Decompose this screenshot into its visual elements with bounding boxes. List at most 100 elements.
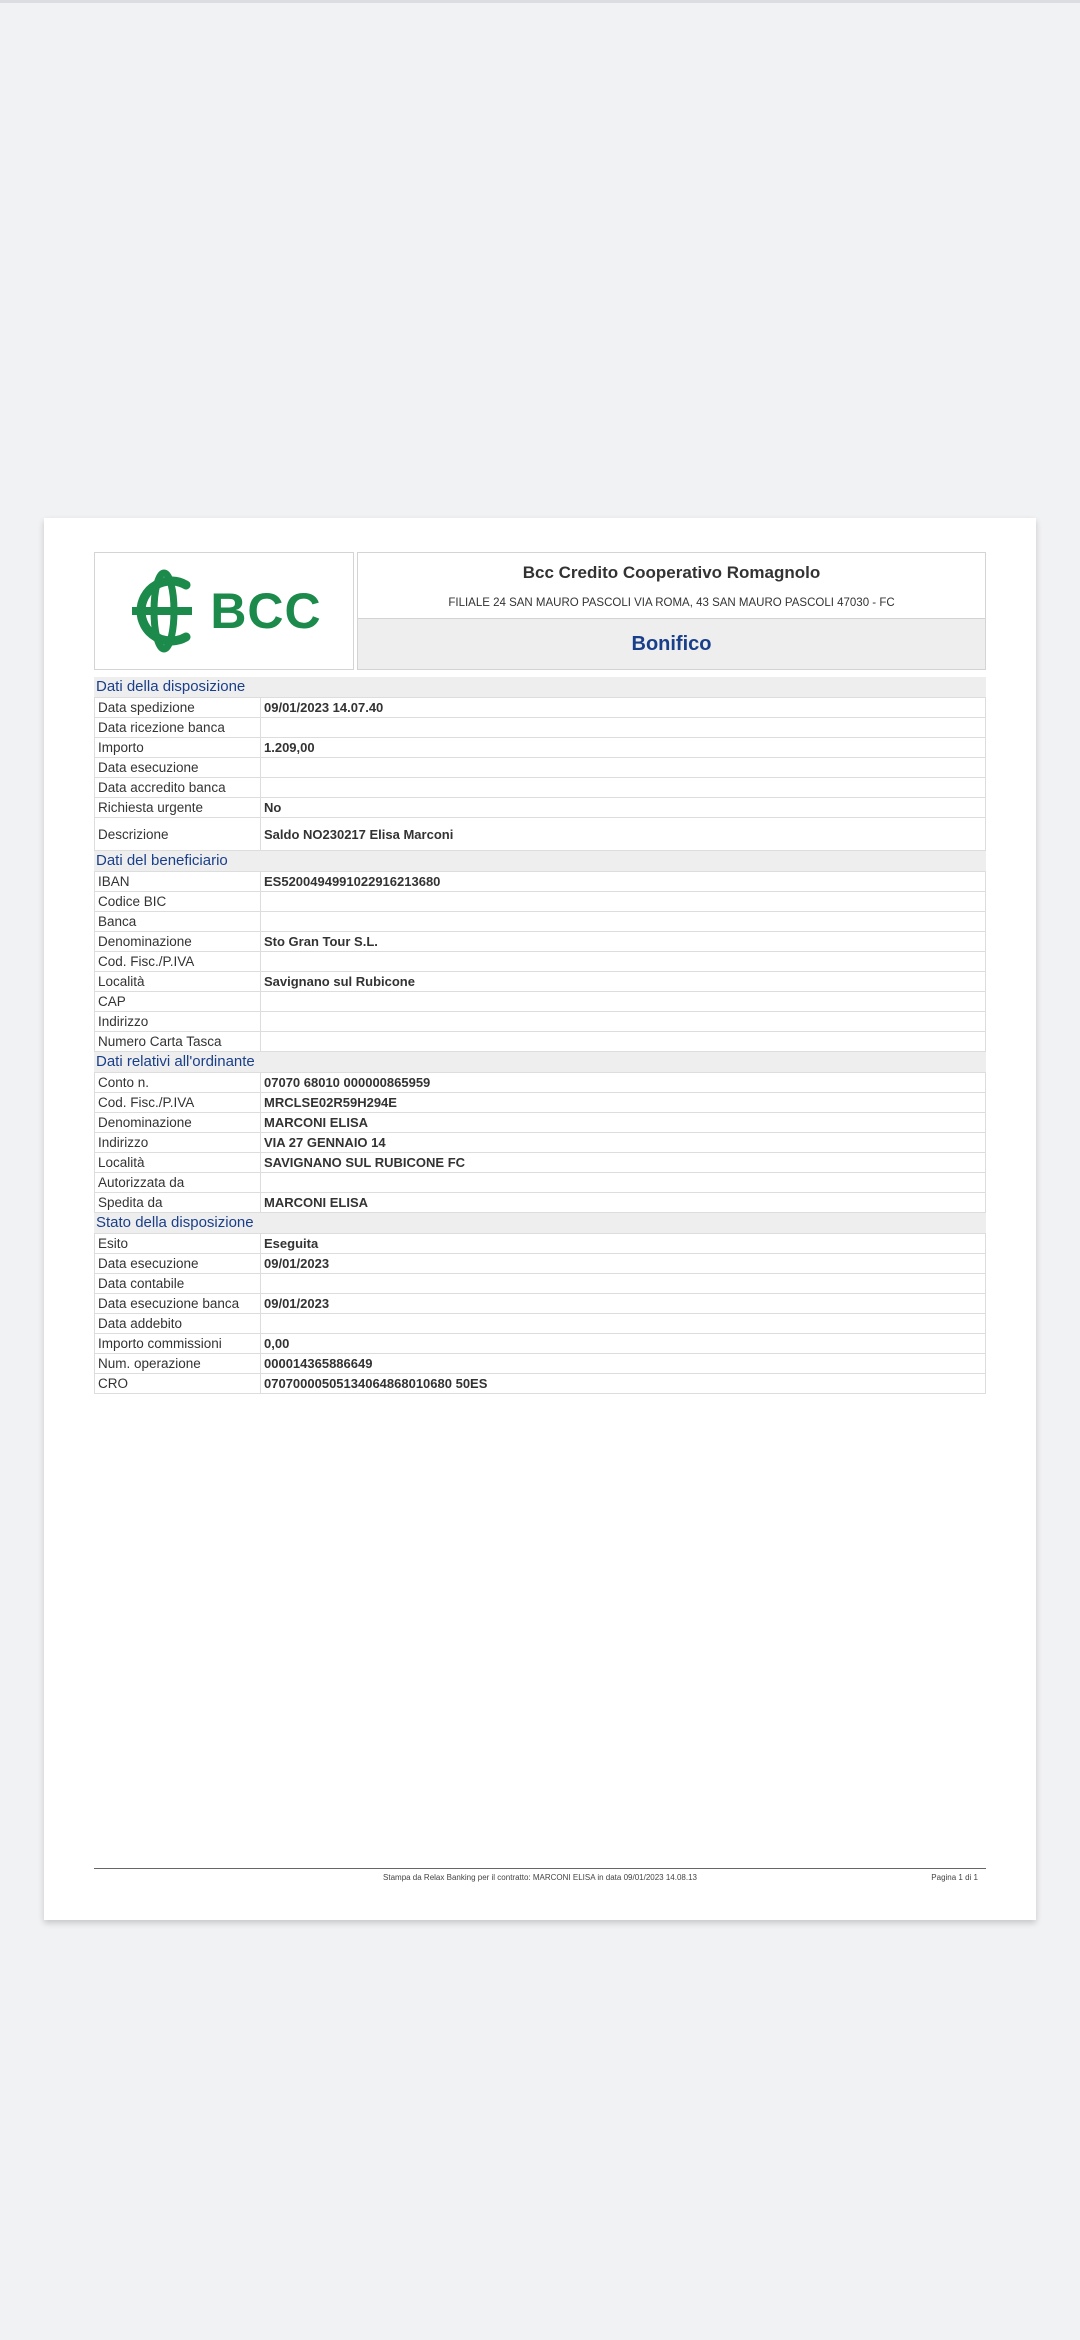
table-row: Banca [94, 912, 986, 932]
field-label: Descrizione [95, 818, 261, 850]
table-row: Codice BIC [94, 892, 986, 912]
field-value: Savignano sul Rubicone [264, 974, 415, 989]
field-value [261, 892, 985, 911]
table-row: Denominazione MARCONI ELISA [94, 1113, 986, 1133]
field-value: 000014365886649 [264, 1356, 373, 1371]
field-label: Cod. Fisc./P.IVA [95, 952, 261, 971]
table-row: Data spedizione 09/01/2023 14.07.40 [94, 697, 986, 718]
field-label: Data spedizione [95, 698, 261, 717]
table-row: CRO 07070000505134064868010680 50ES [94, 1374, 986, 1394]
table-row: Data ricezione banca [94, 718, 986, 738]
field-value: MARCONI ELISA [264, 1195, 368, 1210]
sections-container: Dati della disposizione Data spedizione 09… [94, 677, 986, 1394]
field-label: Data esecuzione [95, 758, 261, 777]
field-value: 09/01/2023 [264, 1256, 330, 1271]
field-value [261, 992, 985, 1011]
field-label: Denominazione [95, 1113, 261, 1132]
bank-name: Bcc Credito Cooperativo Romagnolo [522, 562, 821, 582]
logo-box: BCC [94, 552, 354, 670]
table-row: Data esecuzione banca 09/01/2023 [94, 1294, 986, 1314]
field-value [261, 1314, 985, 1333]
field-value [261, 952, 985, 971]
field-value: VIA 27 GENNAIO 14 [264, 1135, 386, 1150]
field-label: Località [95, 972, 261, 991]
field-value: 07070000505134064868010680 50ES [264, 1376, 488, 1391]
field-label: Numero Carta Tasca [95, 1032, 261, 1051]
field-label: IBAN [95, 872, 261, 891]
table-row: Num. operazione 000014365886649 [94, 1354, 986, 1374]
field-label: Banca [95, 912, 261, 931]
page-footer: Stampa da Relax Banking per il contratto… [94, 1868, 986, 1882]
table-row: Località Savignano sul Rubicone [94, 972, 986, 992]
field-label: Esito [95, 1234, 261, 1253]
field-label: Indirizzo [95, 1133, 261, 1152]
bcc-logo: BCC [126, 569, 321, 653]
field-value [261, 718, 985, 737]
field-value: Sto Gran Tour S.L. [264, 934, 378, 949]
table-row: Cod. Fisc./P.IVA [94, 952, 986, 972]
field-value [261, 912, 985, 931]
section-title: Dati della disposizione [94, 677, 986, 697]
field-label: Indirizzo [95, 1012, 261, 1031]
field-label: Cod. Fisc./P.IVA [95, 1093, 261, 1112]
logo-text: BCC [210, 583, 322, 639]
table-row: Data addebito [94, 1314, 986, 1334]
table-row: Località SAVIGNANO SUL RUBICONE FC [94, 1153, 986, 1173]
section-title: Dati del beneficiario [94, 851, 986, 871]
field-label: Num. operazione [95, 1354, 261, 1373]
field-value: MRCLSE02R59H294E [264, 1095, 397, 1110]
field-value: MARCONI ELISA [264, 1115, 368, 1130]
section-title: Stato della disposizione [94, 1213, 986, 1233]
field-value [261, 778, 985, 797]
document-type: Bonifico [631, 632, 712, 655]
table-row: Cod. Fisc./P.IVA MRCLSE02R59H294E [94, 1093, 986, 1113]
table-row: Denominazione Sto Gran Tour S.L. [94, 932, 986, 952]
footer-page-number: Pagina 1 di 1 [931, 1873, 978, 1882]
field-label: Spedita da [95, 1193, 261, 1212]
field-label: Data accredito banca [95, 778, 261, 797]
field-label: CAP [95, 992, 261, 1011]
field-label: Importo [95, 738, 261, 757]
bcc-logo-icon [132, 569, 193, 653]
table-row: IBAN ES5200494991022916213680 [94, 871, 986, 892]
table-row: Data accredito banca [94, 778, 986, 798]
field-label: Data ricezione banca [95, 718, 261, 737]
field-value: ES5200494991022916213680 [264, 874, 441, 889]
field-label: Conto n. [95, 1073, 261, 1092]
section-title: Dati relativi all'ordinante [94, 1052, 986, 1072]
table-row: Indirizzo [94, 1012, 986, 1032]
field-value [261, 1173, 985, 1192]
field-value [261, 1032, 985, 1051]
field-label: Data esecuzione [95, 1254, 261, 1273]
top-bar [0, 0, 1080, 3]
document-header: BCC Bcc Credito Cooperativo Romagnolo FI… [94, 552, 986, 670]
table-row: Data esecuzione [94, 758, 986, 778]
bank-address: FILIALE 24 SAN MAURO PASCOLI VIA ROMA, 4… [448, 596, 895, 609]
document-content: BCC Bcc Credito Cooperativo Romagnolo FI… [94, 552, 986, 1394]
table-row: Indirizzo VIA 27 GENNAIO 14 [94, 1133, 986, 1153]
table-row: Importo commissioni 0,00 [94, 1334, 986, 1354]
field-label: Data esecuzione banca [95, 1294, 261, 1313]
field-value [261, 758, 985, 777]
field-value [261, 1274, 985, 1293]
field-value: Eseguita [264, 1236, 319, 1251]
table-row: Importo 1.209,00 [94, 738, 986, 758]
table-row: Spedita da MARCONI ELISA [94, 1193, 986, 1213]
table-row: Esito Eseguita [94, 1233, 986, 1254]
field-label: Data contabile [95, 1274, 261, 1293]
field-label: CRO [95, 1374, 261, 1393]
field-value [261, 1012, 985, 1031]
bank-box: Bcc Credito Cooperativo Romagnolo FILIAL… [357, 552, 986, 670]
field-value: 09/01/2023 14.07.40 [264, 700, 384, 715]
field-value: Saldo NO230217 Elisa Marconi [264, 826, 454, 842]
table-row: Richiesta urgente No [94, 798, 986, 818]
table-row: CAP [94, 992, 986, 1012]
table-row: Autorizzata da [94, 1173, 986, 1193]
table-row: Conto n. 07070 68010 000000865959 [94, 1072, 986, 1093]
bank-info: Bcc Credito Cooperativo Romagnolo FILIAL… [357, 552, 986, 618]
doc-type-box: Bonifico [357, 618, 986, 670]
field-value: 07070 68010 000000865959 [264, 1075, 431, 1090]
field-value: No [264, 800, 282, 815]
field-label: Data addebito [95, 1314, 261, 1333]
field-label: Codice BIC [95, 892, 261, 911]
